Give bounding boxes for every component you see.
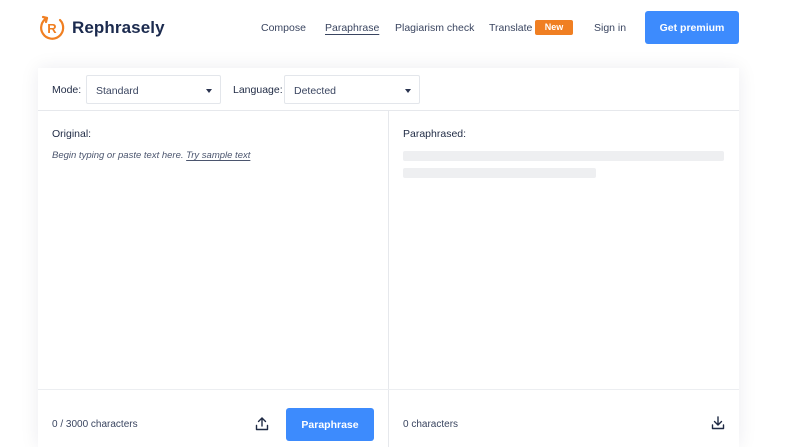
chevron-down-icon [206, 89, 212, 93]
input-placeholder: Begin typing or paste text here. [52, 150, 184, 161]
language-select[interactable]: Detected [284, 75, 420, 104]
original-char-count: 0 / 3000 characters [52, 419, 138, 430]
options-toolbar: Mode: Standard Language: Detected [38, 68, 739, 111]
try-sample-text-link[interactable]: Try sample text [186, 150, 250, 161]
pane-divider [388, 111, 389, 447]
original-title: Original: [52, 128, 92, 140]
original-text-input[interactable]: Begin typing or paste text here. Try sam… [52, 150, 250, 161]
rephrasely-logo-icon: R [40, 15, 65, 40]
get-premium-button[interactable]: Get premium [645, 11, 739, 44]
paraphrase-card: Mode: Standard Language: Detected Origin… [38, 68, 739, 447]
nav-plagiarism-check[interactable]: Plagiarism check [395, 22, 474, 34]
nav-translate[interactable]: Translate [489, 22, 532, 34]
svg-text:R: R [47, 21, 57, 36]
paraphrased-char-count: 0 characters [403, 419, 459, 430]
download-icon[interactable] [710, 415, 726, 431]
paraphrase-button[interactable]: Paraphrase [286, 408, 374, 441]
sign-in-link[interactable]: Sign in [594, 22, 626, 34]
mode-select[interactable]: Standard [86, 75, 221, 104]
brand-name: Rephrasely [72, 18, 165, 37]
new-badge: New [535, 20, 573, 35]
loading-skeleton-line [403, 168, 596, 178]
brand-logo[interactable]: R Rephrasely [38, 14, 165, 42]
paraphrased-title: Paraphrased: [403, 128, 467, 140]
mode-value: Standard [96, 85, 139, 97]
language-label: Language: [233, 84, 283, 96]
footer-divider [38, 389, 739, 390]
loading-skeleton-line [403, 151, 724, 161]
language-value: Detected [294, 85, 337, 97]
nav-paraphrase[interactable]: Paraphrase [325, 22, 379, 34]
upload-icon[interactable] [254, 416, 270, 432]
nav-compose[interactable]: Compose [261, 22, 306, 34]
top-header: R Rephrasely Compose Paraphrase Plagiari… [0, 0, 800, 56]
mode-label: Mode: [52, 84, 82, 96]
chevron-down-icon [405, 89, 411, 93]
